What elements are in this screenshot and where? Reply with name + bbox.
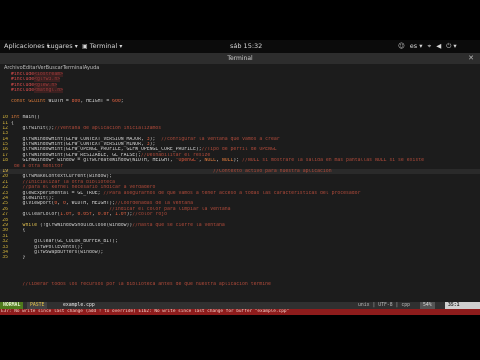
code-token: #include xyxy=(11,77,35,83)
code-token: glewExperimental = GL_TRUE; xyxy=(11,190,104,196)
code-token: <glew.h> xyxy=(34,82,58,88)
code-token: 600 xyxy=(112,98,121,104)
code-token: //indicar el color para limpiar la venta… xyxy=(109,206,231,212)
code-token: NULL xyxy=(221,158,234,164)
power-icon[interactable]: ⏻ ▾ xyxy=(446,41,456,51)
code-token: //configurar la ventana que vamos a crea… xyxy=(161,136,280,142)
code-token: (!glfwWindowShouldClose(window)) xyxy=(39,222,133,228)
code-token: glClear(GL_COLOR_BUFFER_BIT); xyxy=(11,239,118,245)
code-token: //Ventana de aplicación inicializamos xyxy=(54,125,162,131)
code-token: <mathgl.h> xyxy=(34,88,63,94)
top-bar: Aplicaciones ▾ Lugares ▾ ▣ Terminal ▾ sá… xyxy=(0,40,480,53)
code-token: 1.0f xyxy=(115,212,127,218)
terminal-icon: ▣ xyxy=(82,43,88,50)
code-editor[interactable]: #include<iostream> #include<glfw3.h> #incl… xyxy=(0,72,480,302)
code-token: "OpenGL" xyxy=(175,158,199,164)
code-token: #include xyxy=(11,82,35,88)
code-token: 1.0f xyxy=(60,212,72,218)
code-token: WIDTH = xyxy=(48,98,72,104)
code-token: while xyxy=(11,222,40,228)
code-token: glewInit(); xyxy=(11,195,55,201)
code-token: glfwMakeContextCurrent(window); xyxy=(11,174,113,180)
accessibility-icon[interactable]: ☺ xyxy=(398,41,405,51)
paste-indicator: PASTE xyxy=(27,302,48,309)
menu-bar[interactable]: ArchivoEditarVerBuscarTerminalAyuda xyxy=(0,64,480,72)
code-token: <glfw3.h> xyxy=(34,77,61,83)
code-token: glfwWindowHint(GLFW_RESIZABLE, GL_FALSE)… xyxy=(11,152,141,158)
code-token: glfwSwapBuffers(window); xyxy=(11,249,104,255)
code-token: GLFWwindow* window = glfwCreateWindow(WI… xyxy=(11,158,176,164)
file-name: example.cpp xyxy=(63,303,95,308)
window-titlebar[interactable]: Terminal ✕ xyxy=(0,53,480,64)
code-token: glfwWindowHint(GLFW_CONTEXT_VERSION_MAJO… xyxy=(11,136,147,142)
code-token: ); xyxy=(149,136,162,142)
code-token: main() xyxy=(22,115,40,121)
code-token: //Para asegurarnos de que vamos a tener … xyxy=(103,190,361,196)
network-icon[interactable]: ⌖ xyxy=(428,41,432,51)
code-token: //hasta que se cierre la ventana xyxy=(132,222,225,228)
language-indicator[interactable]: es ▾ xyxy=(410,41,423,51)
code-token: //Deshabilitar el resize xyxy=(140,152,211,158)
clock[interactable]: sáb 15:32 xyxy=(230,42,262,51)
code-token: //liberar todos los recursos por la bibl… xyxy=(11,282,271,288)
code-token: //Contexto activo para nuestra aplicacio… xyxy=(213,169,332,175)
code-token: , WIDTH, HEIGHT); xyxy=(65,201,115,207)
cursor-position: 35:1 xyxy=(445,302,480,309)
code-line[interactable]: //liberar todos los recursos por la bibl… xyxy=(0,282,480,287)
code-token: //para el kernel necesario indicar a ver… xyxy=(11,185,156,191)
code-token: ); xyxy=(149,142,156,148)
code-token: glfwWindowHint(GLFW_OPENGL_PROFILE, GLFW… xyxy=(11,147,202,153)
code-token: ; xyxy=(120,98,124,104)
places-menu[interactable]: Lugares ▾ xyxy=(47,42,78,51)
close-icon[interactable]: ✕ xyxy=(468,54,474,63)
mode-indicator: NORMAL xyxy=(0,302,24,309)
code-token: GLuint xyxy=(28,98,49,104)
code-token: 0.0f xyxy=(97,212,110,218)
app-menu[interactable]: ▣ Terminal ▾ xyxy=(82,42,122,51)
code-token: de a otra monitor xyxy=(11,163,63,169)
code-token: //NULL si mostrare la salida en mas pant… xyxy=(242,158,425,164)
code-token: <iostream> xyxy=(34,72,63,77)
activities-menu[interactable]: Aplicaciones ▾ xyxy=(4,42,50,51)
code-token: { xyxy=(11,228,26,234)
code-token: ); xyxy=(233,158,243,164)
code-token: glViewport( xyxy=(11,201,55,207)
scroll-percent: 54% xyxy=(420,302,435,309)
code-token: glClearColor( xyxy=(11,212,61,218)
code-token: { xyxy=(11,120,14,126)
code-token: //Coordenadas de la ventana xyxy=(115,201,193,207)
code-token: //Tipo de perfil de OPENGL xyxy=(201,147,277,153)
code-token: const xyxy=(11,98,29,104)
code-token: #include xyxy=(11,72,35,77)
error-message: E37: No write since last change (add ! t… xyxy=(0,309,480,315)
code-token: //color rojo xyxy=(132,212,168,218)
code-token: } xyxy=(11,255,26,261)
system-tray[interactable]: ☺ es ▾ ⌖ ◀ ⏻ ▾ xyxy=(398,41,457,51)
volume-icon[interactable]: ◀ xyxy=(436,41,441,51)
window-title: Terminal xyxy=(227,55,253,62)
code-token: #include xyxy=(11,88,35,94)
code-token: glfwPollEvents(); xyxy=(11,244,84,250)
status-line: NORMAL PASTE example.cpp unix | UTF-8 | … xyxy=(0,302,480,309)
code-token: NULL xyxy=(204,158,217,164)
code-token: 0.05f xyxy=(77,212,92,218)
terminal-window: Terminal ✕ ArchivoEditarVerBuscarTermina… xyxy=(0,53,480,315)
code-token: , HEIGHT = xyxy=(80,98,113,104)
file-encoding: unix | UTF-8 | cpp xyxy=(358,303,410,308)
code-token: glfwInit(); xyxy=(11,125,55,131)
code-token: //Inicializar la otra biblioteca xyxy=(11,179,115,185)
code-token: int xyxy=(11,115,23,121)
code-token: glfwWindowHint(GLFW_CONTEXT_VERSION_MINO… xyxy=(11,142,147,148)
